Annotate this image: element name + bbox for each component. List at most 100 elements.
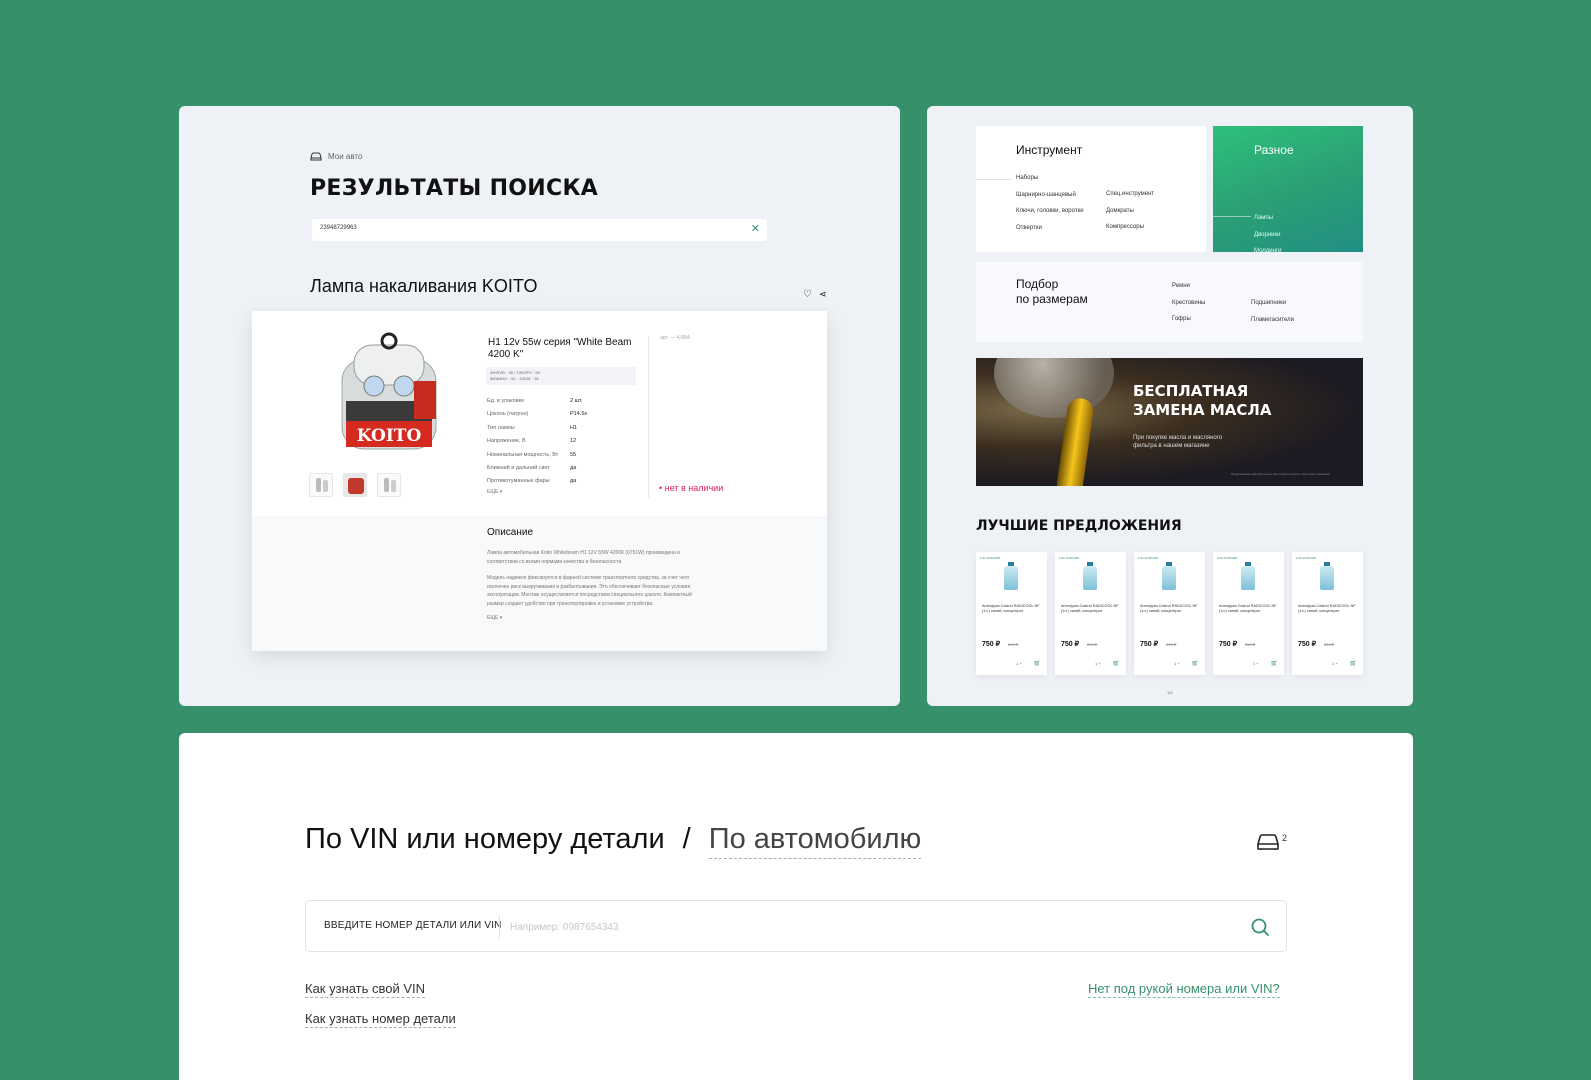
thumbnails (309, 473, 401, 497)
how-to-find-vin-link[interactable]: Как узнать свой VIN (305, 981, 426, 998)
category-link[interactable]: Отвертки (1016, 220, 1084, 237)
offer-badge: ● В НАЛИЧИИ (980, 556, 1001, 560)
cart-icon[interactable]: 🛒︎ (1270, 660, 1278, 667)
quantity-stepper[interactable]: 1 + (1095, 661, 1101, 666)
promo-banner[interactable]: БЕСПЛАТНАЯ ЗАМЕНА МАСЛА При покупке масл… (976, 358, 1363, 486)
spec-values: 2 шт. P14.5s H1 12 55 да да (570, 395, 587, 489)
description-text: Лампа автомобильная Koito Whitebeam H1 1… (487, 549, 707, 609)
spec-value: да (570, 478, 577, 485)
cart-icon[interactable]: 🛒︎ (1033, 660, 1041, 667)
category-link[interactable]: Крестовины (1172, 295, 1205, 312)
offer-old-price: 810 ₽ (1166, 642, 1177, 647)
offer-badge: ● В НАЛИЧИИ (1059, 556, 1080, 560)
favorite-icon[interactable]: ♡ (803, 289, 812, 300)
category-link[interactable]: Ремни (1172, 278, 1205, 295)
svg-text:KOITO: KOITO (357, 426, 422, 446)
spec-value: H1 (570, 424, 578, 431)
my-auto-link[interactable]: Мои авто (310, 152, 362, 161)
category-link[interactable]: Молдинги (1254, 243, 1281, 260)
search-icon[interactable] (1250, 917, 1270, 937)
offers-list: ● В НАЛИЧИИ Антифриз Castrol RADICOOL NF… (976, 552, 1363, 675)
category-link[interactable]: Шарнирно-шанцевый (1016, 187, 1084, 204)
availability-status: • нет в наличии (659, 483, 724, 493)
spec-value: 12 (570, 438, 577, 445)
category-tools[interactable]: Инструмент Наборы Шарнирно-шанцевый Ключ… (976, 126, 1206, 252)
how-to-find-part-number-link[interactable]: Как узнать номер детали (305, 1011, 456, 1028)
garage-button[interactable]: 2 (1256, 833, 1287, 851)
category-link[interactable]: Гофры (1172, 311, 1205, 328)
description-heading: Описание (487, 527, 534, 538)
cart-icon[interactable]: 🛒︎ (1112, 660, 1120, 667)
category-sizes[interactable]: Подбор по размерам Ремни Крестовины Гофр… (976, 262, 1363, 342)
category-title: Инструмент (1016, 143, 1083, 157)
category-link[interactable]: Дворники (1254, 227, 1281, 244)
category-link[interactable]: Подшипники (1251, 295, 1294, 312)
category-link[interactable]: Наборы (1016, 170, 1084, 187)
tag-line: 85064HO · 4C · 24126 · 18 (490, 376, 539, 381)
product-image (1004, 562, 1018, 590)
search-input[interactable]: 23948729963 ✕ (312, 219, 767, 241)
offer-badge: ● В НАЛИЧИИ (1138, 556, 1159, 560)
quantity-stepper[interactable]: 1 + (1332, 661, 1338, 666)
cart-icon[interactable]: 🛒︎ (1349, 660, 1357, 667)
category-misc[interactable]: Разное Лампы Дворники Молдинги (1213, 126, 1363, 254)
no-number-link[interactable]: Нет под рукой номера или VIN? (1088, 981, 1280, 998)
offer-card[interactable]: ● В НАЛИЧИИ Антифриз Castrol RADICOOL NF… (1213, 552, 1284, 675)
quantity-stepper[interactable]: 1 + (1174, 661, 1180, 666)
thumbnail[interactable] (309, 473, 333, 497)
offer-card[interactable]: ● В НАЛИЧИИ Антифриз Castrol RADICOOL NF… (1055, 552, 1126, 675)
category-title: Разное (1254, 143, 1294, 157)
tab-separator: / (682, 823, 691, 855)
offer-price: 750 ₽ (1140, 641, 1159, 648)
cart-icon[interactable]: 🛒︎ (1191, 660, 1199, 667)
offer-name: Антифриз Castrol RADICOOL NF (1л.) синий… (1298, 604, 1356, 613)
offer-old-price: 810 ₽ (1087, 642, 1098, 647)
quantity-stepper[interactable]: 1 + (1253, 661, 1259, 666)
misc-list: Лампы Дворники Молдинги (1254, 210, 1281, 260)
thumbnail-active[interactable] (343, 473, 367, 497)
offer-card[interactable]: ● В НАЛИЧИИ Антифриз Castrol RADICOOL NF… (976, 552, 1047, 675)
offer-badge: ● В НАЛИЧИИ (1296, 556, 1317, 560)
category-link[interactable]: Ключи, головки, воротки (1016, 203, 1084, 220)
spec-value: P14.5s (570, 411, 588, 418)
offer-name: Антифриз Castrol RADICOOL NF (1л.) синий… (1061, 604, 1119, 613)
banner-subtitle: При покупке масла и масляного фильтра в … (1133, 435, 1223, 449)
quantity-stepper[interactable]: 1 + (1016, 661, 1022, 666)
sizes-list-col2: Подшипники Пламегасители (1251, 295, 1294, 328)
garage-count: 2 (1282, 833, 1288, 843)
specs-more-link[interactable]: ЕЩЕ ▾ (487, 489, 502, 495)
category-link[interactable]: Домкраты (1106, 203, 1154, 220)
category-link[interactable]: Компрессоры (1106, 219, 1154, 236)
offer-old-price: 810 ₽ (1008, 642, 1019, 647)
tools-list-col1: Наборы Шарнирно-шанцевый Ключи, головки,… (1016, 170, 1084, 236)
offer-old-price: 810 ₽ (1245, 642, 1256, 647)
spec-value: да (570, 465, 577, 472)
product-name: H1 12v 55w серия "White Beam 4200 K" (488, 337, 632, 360)
offer-price: 750 ₽ (1298, 641, 1317, 648)
spec-value: 2 шт. (570, 398, 583, 404)
pager[interactable]: 1/2 (1167, 690, 1173, 695)
offer-card[interactable]: ● В НАЛИЧИИ Антифриз Castrol RADICOOL NF… (1134, 552, 1205, 675)
offer-card[interactable]: ● В НАЛИЧИИ Антифриз Castrol RADICOOL NF… (1292, 552, 1363, 675)
product-image[interactable]: KOITO (334, 331, 444, 456)
category-link[interactable]: Лампы (1254, 210, 1281, 227)
product-card: KOITO H1 12v 55w серия "White Beam 4200 … (252, 311, 827, 651)
product-image (1320, 562, 1334, 590)
offer-price: 750 ₽ (1219, 641, 1238, 648)
banner-footnote: Предложение действительно при покупке ма… (1231, 472, 1331, 476)
tab-vin[interactable]: По VIN или номеру детали (305, 823, 665, 856)
vin-input[interactable] (510, 911, 1210, 943)
category-link[interactable]: Спец.инструмент (1106, 186, 1154, 203)
description-more-link[interactable]: ЕЩЕ ▾ (487, 615, 502, 621)
tab-by-car[interactable]: По автомобилю (708, 823, 922, 859)
page-title: РЕЗУЛЬТАТЫ ПОИСКА (310, 176, 599, 201)
category-link[interactable]: Пламегасители (1251, 312, 1294, 329)
clear-icon[interactable]: ✕ (751, 222, 760, 235)
offer-badge: ● В НАЛИЧИИ (1217, 556, 1238, 560)
banner-title: БЕСПЛАТНАЯ ЗАМЕНА МАСЛА (1133, 382, 1272, 419)
description-paragraph: Модель надежно фиксируется в фарной сист… (487, 575, 692, 607)
share-icon[interactable]: ⋖ (819, 289, 827, 300)
thumbnail[interactable] (377, 473, 401, 497)
vin-search-panel: По VIN или номеру детали / По автомобилю… (179, 733, 1413, 1080)
product-image (1162, 562, 1176, 590)
